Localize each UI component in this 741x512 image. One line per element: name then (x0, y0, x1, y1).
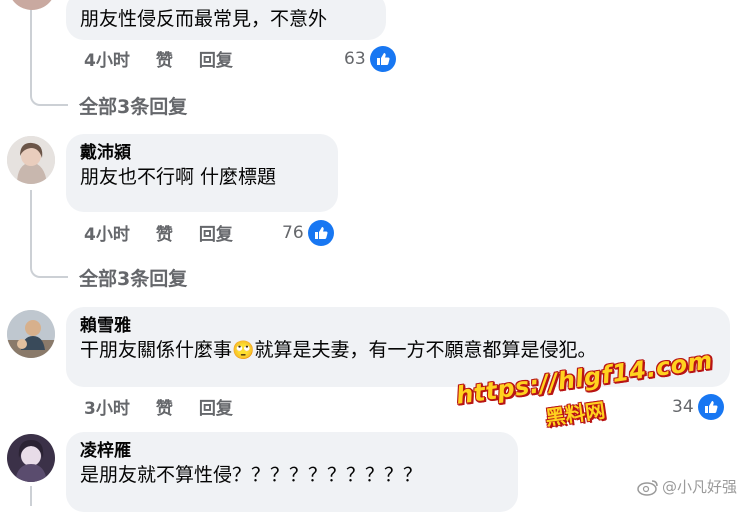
comment-time[interactable]: 4小时 (84, 224, 130, 246)
comment-actions: 3小时 赞 回复 (84, 398, 233, 420)
reply-button[interactable]: 回复 (199, 50, 233, 72)
thumbs-up-icon (307, 220, 334, 246)
comment-bubble: 凌梓雁 是朋友就不算性侵？？？？？？？？？？ (66, 432, 518, 512)
avatar[interactable] (7, 434, 55, 482)
comment-author[interactable]: 賴雪雅 (80, 315, 716, 337)
comment-text-part: 干朋友關係什麼事 (80, 339, 233, 361)
reaction-number: 34 (672, 397, 694, 417)
reply-button[interactable]: 回复 (199, 398, 233, 420)
reaction-count[interactable]: 76 (282, 220, 334, 246)
thread-line (30, 486, 32, 506)
weibo-handle: @小凡好强 (661, 478, 737, 496)
comment-bubble: 戴沛潁 朋友也不行啊 什麼標題 (66, 134, 338, 212)
comment-text: 是朋友就不算性侵？？？？？？？？？？ (80, 464, 423, 486)
comment-time[interactable]: 4小时 (84, 50, 130, 72)
weibo-watermark: @小凡好强 (637, 476, 737, 497)
comment-text-part: 就算是夫妻，有一方不願意都算是侵犯。 (254, 339, 597, 361)
like-button[interactable]: 赞 (156, 224, 173, 246)
comment-bubble: 朋友性侵反而最常見，不意外 (66, 0, 386, 40)
comment-time[interactable]: 3小时 (84, 398, 130, 420)
thread-line (30, 8, 32, 88)
reaction-number: 76 (282, 223, 304, 243)
weibo-icon (637, 479, 658, 496)
avatar[interactable] (8, 0, 56, 10)
thread-connector (30, 86, 68, 106)
thread-connector (30, 258, 68, 278)
like-button[interactable]: 赞 (156, 50, 173, 72)
avatar[interactable] (7, 310, 55, 358)
comment-author[interactable]: 戴沛潁 (80, 142, 324, 164)
rolling-eyes-emoji: 🙄 (232, 340, 255, 361)
watermark-site-name: 黑料网 (543, 397, 607, 431)
comment-text: 朋友性侵反而最常見，不意外 (80, 8, 328, 30)
comment-author[interactable]: 凌梓雁 (80, 440, 504, 462)
reaction-count[interactable]: 34 (672, 394, 724, 420)
thumbs-up-icon (369, 46, 396, 72)
comment-actions: 4小时 赞 回复 (84, 50, 233, 72)
thread-line (30, 190, 32, 262)
comment-actions: 4小时 赞 回复 (84, 224, 233, 246)
like-button[interactable]: 赞 (156, 398, 173, 420)
comment-text: 朋友也不行啊 什麼標題 (80, 166, 277, 188)
thumbs-up-icon (697, 394, 724, 420)
view-replies-link[interactable]: 全部3条回复 (79, 92, 187, 119)
reaction-number: 63 (344, 49, 366, 69)
view-replies-link[interactable]: 全部3条回复 (79, 264, 187, 291)
reply-button[interactable]: 回复 (199, 224, 233, 246)
reaction-count[interactable]: 63 (344, 46, 396, 72)
avatar[interactable] (7, 136, 55, 184)
